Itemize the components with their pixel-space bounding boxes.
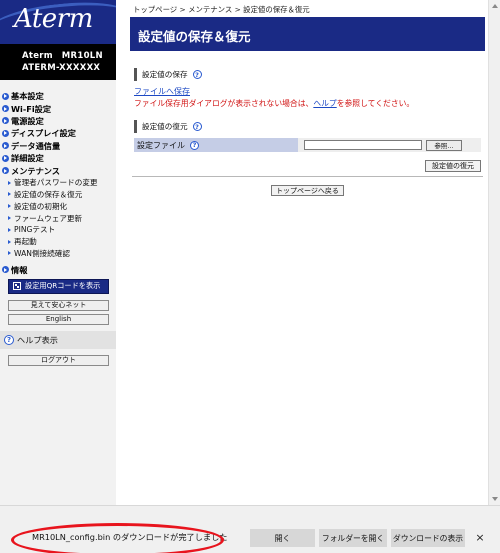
submenu-ping-test[interactable]: PINGテスト [0,224,116,236]
config-file-label: 設定ファイル ? [134,138,298,152]
arrow-bullet-icon [2,266,9,273]
open-file-button[interactable]: 開く [250,529,315,547]
aterm-logo: Aterm [14,4,93,34]
help-icon: ? [4,334,14,345]
config-file-row: 設定ファイル ? 参照... [134,138,481,152]
triangle-bullet-icon [8,227,11,232]
config-file-input-cell: 参照... [298,138,481,152]
scroll-down-arrow-icon[interactable] [492,497,498,501]
restore-section-heading: 設定値の復元 ? [134,120,205,133]
menu-maintenance[interactable]: メンテナンス [0,164,116,176]
submenu-reboot[interactable]: 再起動 [0,236,116,248]
back-to-top-page-button[interactable]: トップページへ戻る [271,185,344,196]
scroll-up-arrow-icon[interactable] [492,4,498,8]
save-dialog-note: ファイル保存用ダイアログが表示されない場合は、ヘルプを参照してください。 [134,99,415,108]
restore-settings-button[interactable]: 設定値の復元 [425,160,481,172]
page-title: 設定値の保存＆復元 [130,17,485,51]
menu-wifi-settings[interactable]: Wi-Fi設定 [0,102,116,114]
view-downloads-button[interactable]: ダウンロードの表示 [391,529,465,547]
help-display-toggle[interactable]: ? ヘルプ表示 [0,330,116,349]
arrow-bullet-icon [2,105,9,113]
submenu-wan-check[interactable]: WAN側接続確認 [0,248,116,260]
menu-advanced-settings[interactable]: 詳細設定 [0,152,116,164]
side-menu: 基本設定 Wi-Fi設定 電源設定 ディスプレイ設定 データ通信量 詳細設定 メ… [0,80,116,276]
english-button[interactable]: English [8,313,109,325]
mieru-anshin-net-button[interactable]: 見えて安心ネット [8,299,109,311]
browse-button[interactable]: 参照... [426,139,462,151]
menu-info[interactable]: 情報 [0,263,116,275]
triangle-bullet-icon [8,239,11,244]
submenu-admin-password[interactable]: 管理者パスワードの変更 [0,177,116,189]
logout-button[interactable]: ログアウト [8,354,109,366]
help-link[interactable]: ヘルプ [313,99,336,108]
vertical-scrollbar[interactable] [488,0,500,505]
submenu-firmware-update[interactable]: ファームウェア更新 [0,212,116,224]
arrow-bullet-icon [2,129,9,137]
triangle-bullet-icon [8,192,11,197]
arrow-bullet-icon [2,142,9,150]
help-icon[interactable]: ? [192,122,202,131]
highlight-ellipse [11,523,224,553]
model-name: Aterm MR10LN [22,51,103,61]
arrow-bullet-icon [2,92,9,100]
show-qr-code-button[interactable]: 設定用QRコードを表示 [8,278,109,294]
config-file-input[interactable] [304,140,422,150]
save-section-heading: 設定値の保存 ? [134,68,205,81]
arrow-bullet-icon [2,117,9,125]
menu-power-settings[interactable]: 電源設定 [0,115,116,127]
menu-display-settings[interactable]: ディスプレイ設定 [0,127,116,139]
model-info: Aterm MR10LN ATERM-XXXXXX [0,44,116,80]
help-icon[interactable]: ? [192,70,202,79]
arrow-bullet-icon [2,167,9,175]
help-icon[interactable]: ? [190,140,199,150]
qr-code-icon [13,282,21,291]
download-notification-bar: MR10LN_config.bin のダウンロードが完了しました 開く フォルダ… [0,505,500,553]
triangle-bullet-icon [8,204,11,209]
divider [132,176,483,177]
main-content: トップページ > メンテナンス > 設定値の保存＆復元 設定値の保存＆復元 設定… [130,0,485,505]
arrow-bullet-icon [2,154,9,162]
save-to-file-link[interactable]: ファイルへ保存 [134,86,190,97]
open-folder-button[interactable]: フォルダーを開く [319,529,387,547]
menu-basic-settings[interactable]: 基本設定 [0,90,116,102]
menu-data-usage[interactable]: データ通信量 [0,140,116,152]
device-id: ATERM-XXXXXX [22,63,101,73]
submenu-save-restore[interactable]: 設定値の保存＆復元 [0,189,116,201]
sidebar: Aterm Aterm MR10LN ATERM-XXXXXX 基本設定 Wi-… [0,0,116,505]
close-icon[interactable]: × [473,530,487,544]
triangle-bullet-icon [8,180,11,185]
brand-header: Aterm [0,0,116,44]
breadcrumb: トップページ > メンテナンス > 設定値の保存＆復元 [133,5,310,14]
submenu-factory-reset[interactable]: 設定値の初期化 [0,200,116,212]
triangle-bullet-icon [8,216,11,221]
triangle-bullet-icon [8,251,11,256]
